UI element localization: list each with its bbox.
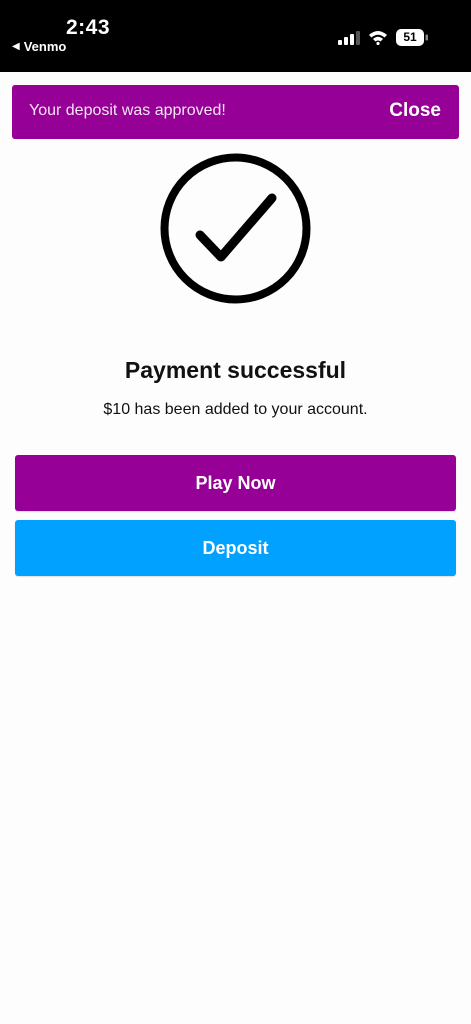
back-to-app-link[interactable]: ◀ Venmo [12,39,66,54]
banner-message: Your deposit was approved! [29,102,226,119]
deposit-approved-banner: Your deposit was approved! Close [12,85,459,139]
back-arrow-icon: ◀ [12,41,20,52]
banner-close-button[interactable]: Close [389,100,441,122]
play-now-button[interactable]: Play Now [15,455,456,511]
cellular-signal-icon [338,31,360,45]
payment-subtitle: $10 has been added to your account. [103,401,368,418]
battery-level: 51 [403,30,417,44]
status-time: 2:43 [66,16,111,39]
deposit-button[interactable]: Deposit [15,520,456,576]
status-bar: 2:43 ◀ Venmo 51 [0,0,471,72]
page-title: Payment successful [124,357,347,383]
checkmark-circle-icon [160,153,311,304]
back-app-label: Venmo [23,39,67,54]
wifi-icon [369,31,387,45]
